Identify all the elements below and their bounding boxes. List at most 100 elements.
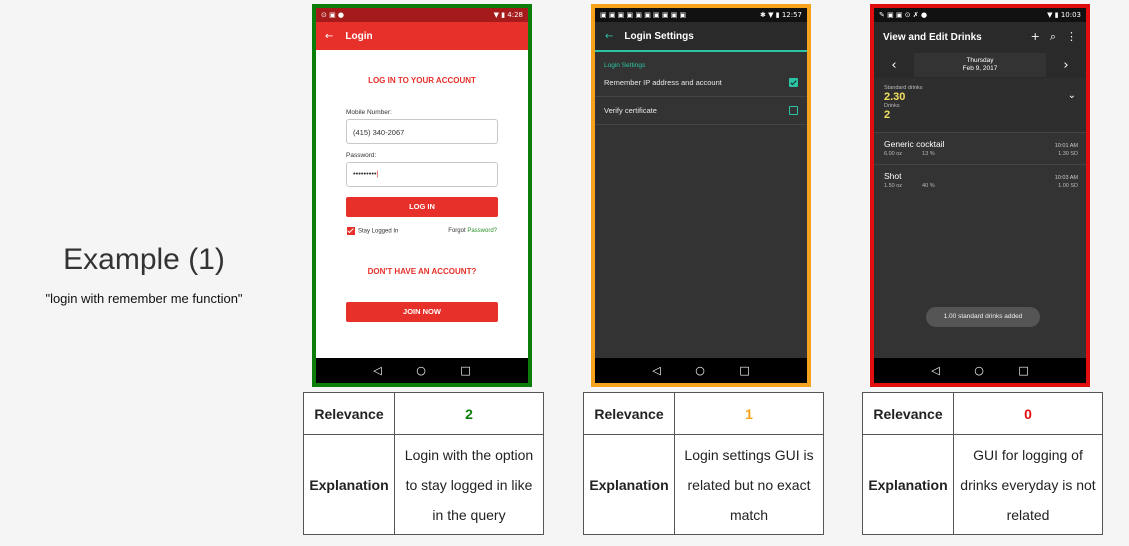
home-nav-icon[interactable]: ○	[416, 364, 426, 377]
add-icon[interactable]: +	[1031, 30, 1040, 44]
app-title: Login	[345, 30, 373, 42]
search-icon[interactable]: ⌕	[1050, 30, 1056, 44]
app-title: Login Settings	[624, 30, 694, 42]
password-label: Password:	[346, 152, 377, 159]
checkbox-checked-icon	[347, 227, 355, 235]
drink-time: 10:03 AM	[1054, 175, 1078, 181]
relevance-score: 2	[394, 392, 544, 435]
drink-sd: 1.00 SD	[1058, 183, 1078, 189]
explanation-label: Explanation	[303, 434, 395, 535]
setting-label: Verify certificate	[604, 106, 657, 115]
day-name: Thursday	[966, 57, 994, 64]
stay-logged-in-label: Stay Logged In	[358, 228, 399, 235]
home-nav-icon[interactable]: ○	[974, 364, 984, 377]
drink-name: Shot	[884, 171, 902, 181]
password-value: •••••••••	[353, 169, 377, 178]
forgot-prefix: Forgot	[448, 228, 468, 234]
drink-abv: 40 %	[922, 183, 935, 189]
drink-abv: 13 %	[922, 151, 935, 157]
standard-drinks-value: 2.30	[884, 91, 906, 103]
recents-nav-icon[interactable]: □	[460, 364, 470, 377]
drink-size: 1.50 oz	[884, 183, 903, 189]
date-selector: ‹ Thursday Feb 9, 2017 ›	[874, 52, 1086, 78]
setting-remember-ip[interactable]: Remember IP address and account	[595, 69, 807, 97]
relevance-label: Relevance	[862, 392, 954, 435]
status-bar: ▣ ▣ ▣ ▣ ▣ ▣ ▣ ▣ ▣ ▣ ✱ ▼ ▮ 12:57	[595, 8, 807, 22]
example-query: "login with remember me function"	[45, 291, 243, 306]
settings-screenshot-frame: ▣ ▣ ▣ ▣ ▣ ▣ ▣ ▣ ▣ ▣ ✱ ▼ ▮ 12:57 ← Login …	[591, 4, 811, 387]
app-bar: ← Login	[316, 22, 528, 50]
drinks-count-value: 2	[884, 109, 891, 121]
settings-screen: ▣ ▣ ▣ ▣ ▣ ▣ ▣ ▣ ▣ ▣ ✱ ▼ ▮ 12:57 ← Login …	[595, 8, 807, 383]
toast-message: 1.00 standard drinks added	[926, 307, 1040, 327]
no-account-heading: DON'T HAVE AN ACCOUNT?	[367, 267, 477, 276]
relevance-table: Relevance 1 Explanation Login settings G…	[583, 392, 824, 535]
more-menu-icon[interactable]: ⋮	[1066, 30, 1077, 44]
section-header: Login Settings	[604, 62, 646, 69]
next-day-icon[interactable]: ›	[1046, 58, 1086, 73]
mobile-label: Mobile Number:	[346, 109, 392, 116]
chevron-down-icon[interactable]: ⌄	[1068, 90, 1076, 101]
login-button[interactable]: LOG IN	[346, 197, 498, 217]
forgot-password-text: Password?	[467, 228, 497, 234]
status-icons-right: ▼ ▮ 4:28	[493, 11, 523, 19]
drink-entry[interactable]: Shot 10:03 AM 1.50 oz 40 % 1.00 SD	[874, 164, 1086, 196]
app-bar: ← Login Settings	[595, 22, 807, 52]
relevance-label: Relevance	[583, 392, 675, 435]
status-bar: ✎ ▣ ▣ ⊙ ✗ ● ▼ ▮ 10:03	[874, 8, 1086, 22]
join-now-button[interactable]: JOIN NOW	[346, 302, 498, 322]
explanation-text: Login with the option to stay logged in …	[394, 434, 544, 535]
relevance-table: Relevance 2 Explanation Login with the o…	[303, 392, 544, 535]
login-screen: ⊙ ▣ ● ▼ ▮ 4:28 ← Login LOG IN TO YOUR AC…	[316, 8, 528, 383]
nav-bar: ◁ ○ □	[595, 358, 807, 383]
explanation-text: GUI for logging of drinks everyday is no…	[953, 434, 1103, 535]
back-arrow-icon[interactable]: ←	[325, 31, 333, 42]
recents-nav-icon[interactable]: □	[1018, 364, 1028, 377]
drinks-screenshot-frame: ✎ ▣ ▣ ⊙ ✗ ● ▼ ▮ 10:03 View and Edit Drin…	[870, 4, 1090, 387]
setting-label: Remember IP address and account	[604, 78, 722, 87]
status-icons-left: ⊙ ▣ ●	[321, 11, 345, 19]
status-icons-left: ▣ ▣ ▣ ▣ ▣ ▣ ▣ ▣ ▣ ▣	[600, 11, 687, 19]
nav-bar: ◁ ○ □	[874, 358, 1086, 383]
nav-bar: ◁ ○ □	[316, 358, 528, 383]
checkbox-unchecked-icon[interactable]	[789, 106, 798, 115]
back-nav-icon[interactable]: ◁	[652, 364, 660, 377]
relevance-score: 0	[953, 392, 1103, 435]
forgot-password-link[interactable]: Forgot Password?	[448, 228, 497, 234]
drink-name: Generic cocktail	[884, 139, 945, 149]
explanation-label: Explanation	[583, 434, 675, 535]
relevance-table: Relevance 0 Explanation GUI for logging …	[862, 392, 1103, 535]
drink-entry[interactable]: Generic cocktail 10:01 AM 6.00 oz 13 % 1.30…	[874, 132, 1086, 164]
status-icons-right: ▼ ▮ 10:03	[1047, 11, 1081, 19]
checkbox-checked-icon[interactable]	[789, 78, 798, 87]
options-row: Stay Logged In Forgot Password?	[347, 227, 497, 235]
explanation-label: Explanation	[862, 434, 954, 535]
drink-sd: 1.30 SD	[1058, 151, 1078, 157]
recents-nav-icon[interactable]: □	[739, 364, 749, 377]
status-icons-right: ✱ ▼ ▮ 12:57	[760, 11, 802, 19]
password-input[interactable]: •••••••••|	[346, 162, 498, 187]
app-title: View and Edit Drinks	[883, 31, 982, 43]
date-value: Feb 9, 2017	[962, 65, 998, 72]
login-heading: LOG IN TO YOUR ACCOUNT	[368, 76, 476, 85]
setting-verify-certificate[interactable]: Verify certificate	[595, 97, 807, 125]
status-icons-left: ✎ ▣ ▣ ⊙ ✗ ●	[879, 11, 928, 19]
back-nav-icon[interactable]: ◁	[931, 364, 939, 377]
example-title: Example (1)	[63, 243, 225, 276]
back-arrow-icon[interactable]: ←	[605, 31, 613, 42]
app-bar: View and Edit Drinks + ⌕ ⋮	[874, 22, 1086, 52]
drink-size: 6.00 oz	[884, 151, 903, 157]
stay-logged-in-checkbox[interactable]: Stay Logged In	[347, 227, 398, 235]
home-nav-icon[interactable]: ○	[695, 364, 705, 377]
drinks-screen: ✎ ▣ ▣ ⊙ ✗ ● ▼ ▮ 10:03 View and Edit Drin…	[874, 8, 1086, 383]
current-date[interactable]: Thursday Feb 9, 2017	[914, 53, 1046, 77]
previous-day-icon[interactable]: ‹	[874, 58, 914, 73]
drink-time: 10:01 AM	[1054, 143, 1078, 149]
back-nav-icon[interactable]: ◁	[373, 364, 381, 377]
login-screenshot-frame: ⊙ ▣ ● ▼ ▮ 4:28 ← Login LOG IN TO YOUR AC…	[312, 4, 532, 387]
explanation-text: Login settings GUI is related but no exa…	[674, 434, 824, 535]
relevance-score: 1	[674, 392, 824, 435]
relevance-label: Relevance	[303, 392, 395, 435]
summary-panel: Standard drinks 2.30 Drinks 2 ⌄	[874, 78, 1086, 126]
mobile-number-input[interactable]: (415) 340-2067	[346, 119, 498, 144]
